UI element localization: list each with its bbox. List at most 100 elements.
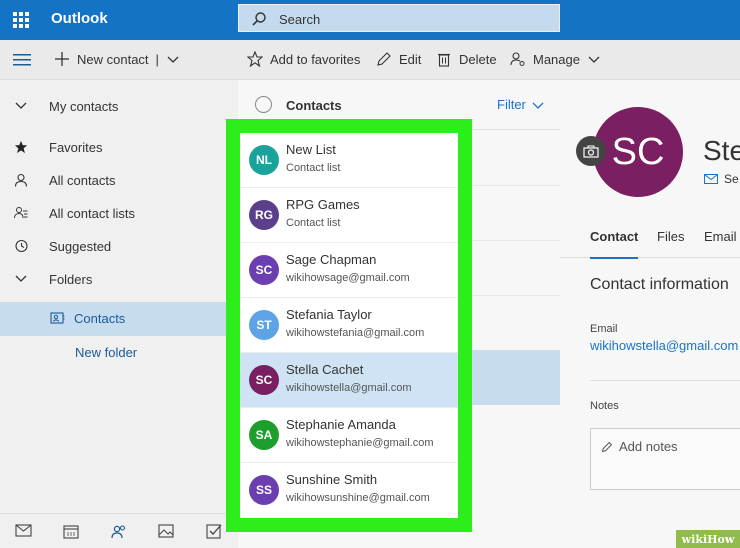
my-contacts-toggle[interactable]: My contacts: [0, 90, 238, 122]
delete-button[interactable]: Delete: [436, 51, 497, 67]
contact-name: Stella Cachet: [286, 362, 364, 377]
folders-label: Folders: [49, 272, 93, 287]
edit-label: Edit: [399, 51, 422, 67]
contact-subtitle: wikihowsunshine@gmail.com: [286, 492, 430, 504]
chevron-down-icon: [588, 56, 600, 63]
contact-name: Sage Chapman: [286, 252, 377, 267]
top-bar: Outlook Search: [0, 0, 740, 40]
plus-icon: [55, 52, 69, 66]
send-email-link[interactable]: Se: [704, 172, 739, 186]
select-all-radio[interactable]: [255, 96, 272, 113]
send-email-label: Se: [724, 172, 739, 186]
avatar: ST: [249, 310, 279, 340]
contact-name: Stefania Taylor: [286, 307, 372, 322]
tab-contact[interactable]: Contact: [590, 229, 639, 259]
avatar: SS: [249, 475, 279, 505]
notes-placeholder: Add notes: [601, 439, 678, 454]
filter-label: Filter: [497, 97, 526, 112]
change-photo-button[interactable]: [576, 136, 606, 166]
contact-name: RPG Games: [286, 197, 360, 212]
pencil-icon: [601, 441, 613, 452]
person-gear-icon: [510, 52, 525, 66]
add-to-favorites-button[interactable]: Add to favorites: [247, 51, 360, 67]
list-item[interactable]: SS Sunshine Smith wikihowsunshine@gmail.…: [240, 463, 458, 518]
sidebar-item-favorites[interactable]: Favorites: [0, 131, 238, 163]
contact-subtitle: Contact list: [286, 217, 341, 229]
people-list-icon: [14, 207, 28, 219]
list-title: Contacts: [286, 98, 342, 113]
list-item[interactable]: SA Stephanie Amanda wikihowstephanie@gma…: [240, 408, 458, 463]
avatar: NL: [249, 145, 279, 175]
section-title: Contact information: [590, 276, 729, 293]
filter-button[interactable]: Filter: [497, 97, 544, 112]
avatar: SC: [249, 255, 279, 285]
contact-name: Sunshine Smith: [286, 472, 378, 487]
contact-name: Stephanie Amanda: [286, 417, 396, 432]
notes-input[interactable]: Add notes: [590, 428, 740, 490]
mail-icon: [704, 174, 718, 184]
email-field-label: Email: [590, 323, 618, 335]
tasks-icon[interactable]: [206, 524, 222, 539]
manage-button[interactable]: Manage: [510, 51, 601, 67]
calendar-icon[interactable]: [63, 524, 79, 539]
folders-toggle[interactable]: Folders: [0, 263, 238, 295]
sidebar-item-all-contact-lists[interactable]: All contact lists: [0, 197, 238, 229]
suggested-label: Suggested: [49, 239, 112, 254]
app-launcher-icon[interactable]: [13, 12, 29, 28]
list-item[interactable]: RG RPG Games Contact list: [240, 188, 458, 243]
list-item-selected[interactable]: SC Stella Cachet wikihowstella@gmail.com: [240, 353, 458, 408]
new-contact-label: New contact: [77, 51, 149, 67]
new-folder-label: New folder: [75, 345, 138, 360]
star-outline-icon: [247, 51, 263, 67]
favorites-label: Favorites: [49, 140, 103, 155]
list-item[interactable]: NL New List Contact list: [240, 133, 458, 188]
people-icon[interactable]: [111, 524, 127, 539]
contact-subtitle: Contact list: [286, 162, 341, 174]
sidebar-item-contacts[interactable]: Contacts: [0, 302, 238, 336]
photos-icon[interactable]: [158, 524, 174, 538]
avatar: SA: [249, 420, 279, 450]
notes-field-label: Notes: [590, 400, 619, 412]
contact-avatar-large: SC: [593, 107, 683, 197]
all-contacts-label: All contacts: [49, 173, 116, 188]
contact-subtitle: wikihowstella@gmail.com: [286, 382, 412, 394]
history-icon: [15, 239, 28, 253]
trash-icon: [438, 53, 450, 67]
module-bar: [0, 513, 238, 548]
chevron-down-icon: [532, 102, 544, 109]
sidebar-item-all-contacts[interactable]: All contacts: [0, 164, 238, 196]
my-contacts-label: My contacts: [49, 99, 119, 114]
sidebar-item-suggested[interactable]: Suggested: [0, 230, 238, 262]
tab-email[interactable]: Email: [704, 229, 737, 244]
edit-button[interactable]: Edit: [376, 51, 421, 67]
delete-label: Delete: [459, 51, 497, 67]
new-folder-link[interactable]: New folder: [0, 336, 238, 368]
chevron-down-icon: [15, 275, 27, 282]
search-box[interactable]: Search: [238, 4, 560, 32]
notes-placeholder-text: Add notes: [619, 439, 678, 454]
star-filled-icon: [14, 140, 28, 154]
manage-label: Manage: [533, 51, 580, 67]
avatar: SC: [249, 365, 279, 395]
mail-icon[interactable]: [15, 524, 32, 537]
contact-detail-pane: SC Stel Se Contact Files Email Contact i…: [560, 80, 740, 548]
contact-subtitle: wikihowstefania@gmail.com: [286, 327, 425, 339]
search-icon: [252, 12, 266, 26]
app-title[interactable]: Outlook: [51, 10, 108, 27]
hamburger-menu-icon[interactable]: [13, 53, 31, 67]
chevron-down-icon[interactable]: [166, 54, 180, 64]
contact-subtitle: wikihowstephanie@gmail.com: [286, 437, 434, 449]
chevron-down-icon: [15, 102, 27, 109]
list-item[interactable]: ST Stefania Taylor wikihowstefania@gmail…: [240, 298, 458, 353]
contact-subtitle: wikihowsage@gmail.com: [286, 272, 410, 284]
section-divider: [590, 380, 740, 381]
add-to-favorites-label: Add to favorites: [270, 51, 361, 67]
new-contact-button[interactable]: New contact |: [54, 51, 180, 67]
detail-tabs: Contact Files Email: [560, 220, 740, 259]
tab-files[interactable]: Files: [657, 229, 684, 244]
email-field-value[interactable]: wikihowstella@gmail.com: [590, 338, 738, 353]
list-item[interactable]: SC Sage Chapman wikihowsage@gmail.com: [240, 243, 458, 298]
camera-icon: [583, 145, 599, 158]
contacts-folder-label: Contacts: [74, 311, 126, 326]
highlighted-contact-list: NL New List Contact list RG RPG Games Co…: [226, 119, 472, 532]
